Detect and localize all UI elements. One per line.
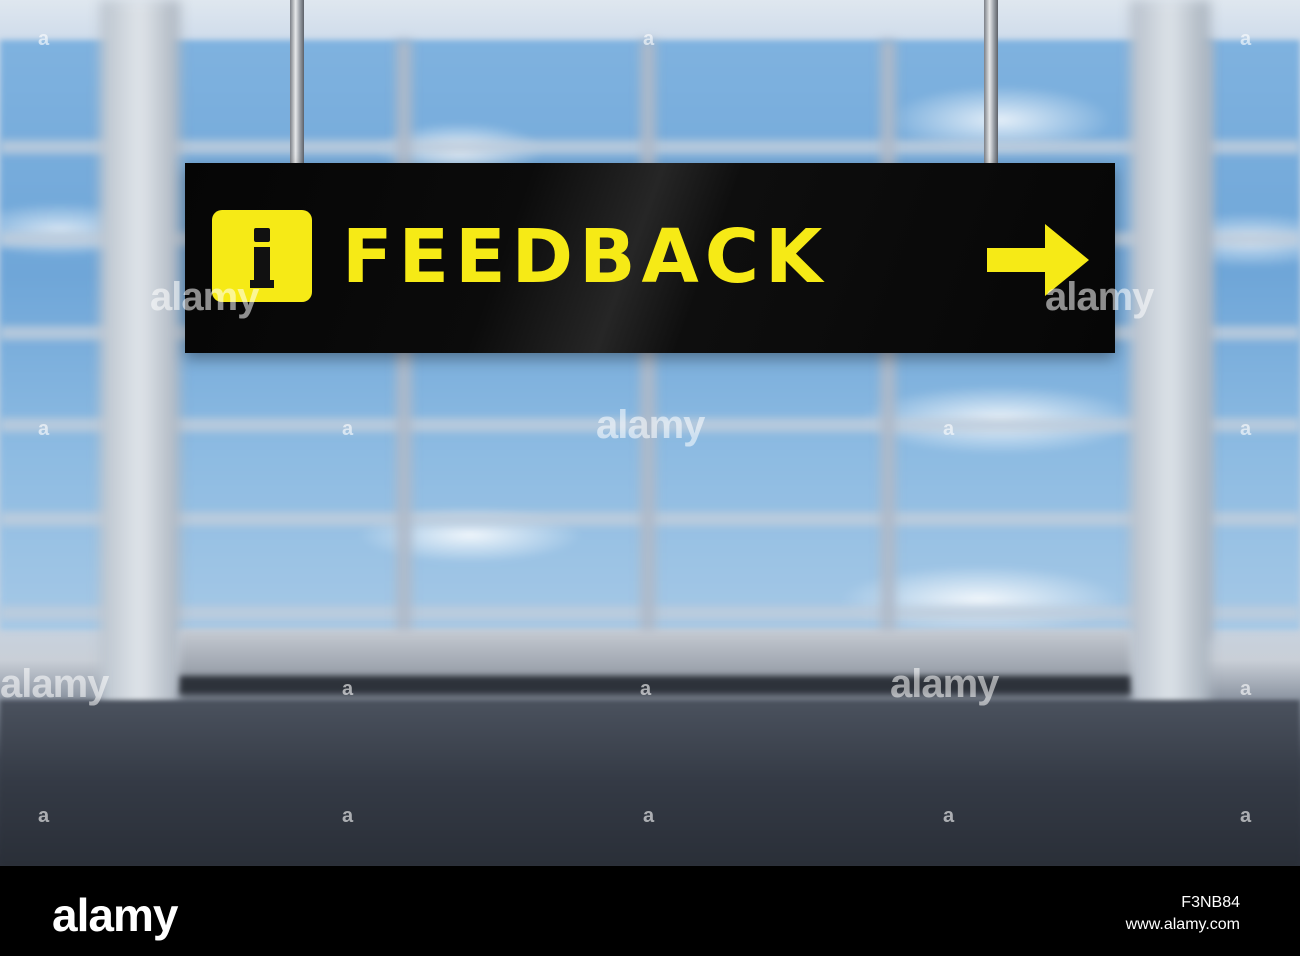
sign-rod-right	[984, 0, 998, 170]
watermark-mark: a	[943, 805, 955, 827]
watermark-mark: a	[643, 28, 655, 50]
watermark-text: alamy	[0, 662, 109, 706]
sign-rod-left	[290, 0, 304, 170]
column-left	[100, 0, 180, 740]
floor	[0, 700, 1300, 866]
watermark-text: alamy	[150, 275, 259, 319]
watermark-mark: a	[943, 418, 955, 440]
watermark-text: alamy	[890, 662, 999, 706]
watermark-mark: a	[38, 418, 50, 440]
watermark-mark: a	[38, 805, 50, 827]
watermark-mark: a	[640, 678, 652, 700]
watermark-mark: a	[342, 678, 354, 700]
site-url: www.alamy.com	[1125, 916, 1240, 933]
footer-info: F3NB84 www.alamy.com	[1126, 892, 1240, 936]
watermark-mark: a	[1240, 805, 1252, 827]
watermark-text: alamy	[596, 403, 705, 447]
stock-id: F3NB84	[1181, 894, 1240, 911]
column-right	[1130, 0, 1210, 740]
watermark-mark: a	[38, 28, 50, 50]
watermark-mark: a	[1240, 678, 1252, 700]
watermark-text: alamy	[1045, 275, 1154, 319]
sign-text: FEEDBACK	[342, 214, 829, 300]
feedback-sign: FEEDBACK	[185, 163, 1115, 353]
watermark-mark: a	[342, 418, 354, 440]
watermark-footer: alamy F3NB84 www.alamy.com	[0, 866, 1300, 956]
watermark-mark: a	[643, 805, 655, 827]
watermark-mark: a	[1240, 28, 1252, 50]
watermark-mark: a	[342, 805, 354, 827]
watermark-mark: a	[1240, 418, 1252, 440]
airport-terminal-background: FEEDBACK alamy alamy alamy alamy alamy a…	[0, 0, 1300, 866]
footer-brand: alamy	[52, 889, 178, 941]
